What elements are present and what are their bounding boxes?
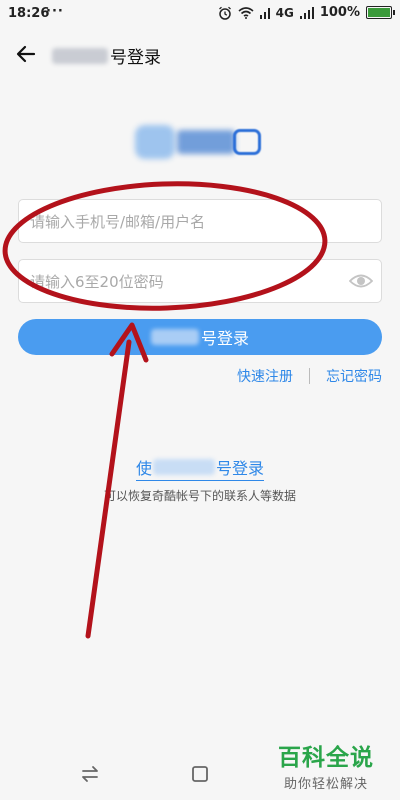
page-title-suffix: 号登录 (110, 48, 161, 68)
username-field-container (18, 199, 382, 244)
battery-percent: 100% (319, 5, 360, 20)
redacted-text (150, 329, 199, 345)
arrow-left-icon[interactable] (14, 42, 38, 66)
signal-icon (259, 7, 270, 19)
watermark-main: 百科全说 (278, 745, 374, 771)
login-button-label: 号登录 (200, 329, 249, 348)
redacted-text (52, 47, 108, 64)
status-dots: ··· (46, 4, 64, 19)
link-divider (309, 368, 310, 384)
eye-icon[interactable] (349, 270, 373, 292)
alt-login: 使 号登录 (0, 455, 400, 481)
app-logo (135, 125, 265, 159)
battery-icon (366, 6, 395, 19)
password-input[interactable] (28, 260, 352, 304)
alt-login-prefix: 使 (135, 459, 152, 478)
alt-login-link[interactable]: 使 号登录 (135, 455, 265, 481)
nav-home-icon[interactable] (190, 764, 210, 784)
auth-links: 快速注册 忘记密码 (237, 366, 382, 386)
signal-icon-2 (299, 6, 314, 19)
watermark: 百科全说 助你轻松解决 (278, 738, 374, 792)
status-time: 18:26 (8, 6, 50, 21)
alt-login-subtitle: 可以恢复奇酷帐号下的联系人等数据 (103, 489, 296, 503)
network-label: 4G (275, 5, 294, 20)
login-button[interactable]: 号登录 (18, 319, 382, 355)
register-link[interactable]: 快速注册 (237, 366, 293, 386)
wifi-icon (238, 6, 254, 19)
header: 号登录 (0, 28, 400, 80)
annotation-overlay (2, 181, 328, 639)
alarm-icon (218, 6, 231, 20)
alt-login-suffix: 号登录 (216, 459, 265, 478)
page-title: 号登录 (52, 43, 161, 68)
status-bar: 18:26 ··· 4G 100% (0, 0, 400, 28)
forgot-password-link[interactable]: 忘记密码 (326, 366, 382, 386)
nav-back-icon[interactable] (80, 764, 100, 784)
watermark-sub: 助你轻松解决 (283, 777, 368, 792)
password-field-container (18, 259, 382, 304)
redacted-text (153, 459, 215, 475)
username-input[interactable] (28, 200, 352, 244)
status-icons: 4G 100% (218, 5, 395, 20)
